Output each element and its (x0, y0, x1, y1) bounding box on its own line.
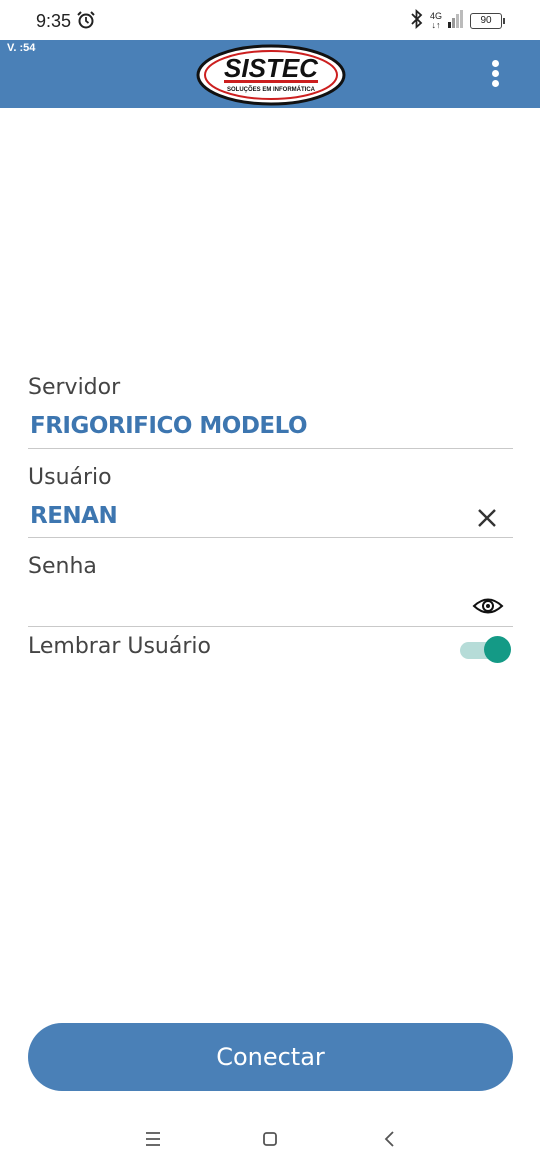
server-label: Servidor (28, 375, 121, 400)
toggle-thumb (484, 636, 511, 663)
recent-apps-icon[interactable] (139, 1125, 167, 1153)
alarm-icon (76, 10, 96, 34)
logo-tagline: SOLUÇÕES EM INFORMÁTICA (227, 86, 316, 93)
back-icon[interactable] (376, 1125, 404, 1153)
app-bar: V. :54 SISTEC SOLUÇÕES EM INFORMÁTICA (0, 40, 540, 108)
battery-icon: 90 (470, 13, 505, 29)
server-divider (28, 448, 513, 449)
remember-user-label: Lembrar Usuário (28, 634, 211, 659)
logo-text: SISTEC (224, 53, 319, 83)
home-icon[interactable] (256, 1125, 284, 1153)
remember-user-toggle[interactable] (458, 636, 512, 664)
user-label: Usuário (28, 465, 112, 490)
eye-icon[interactable] (472, 595, 504, 617)
user-divider (28, 537, 513, 538)
bluetooth-icon (410, 8, 424, 33)
version-label: V. :54 (7, 42, 36, 54)
status-bar: 9:35 4G ↓↑ 90 (0, 0, 540, 40)
server-field[interactable]: FRIGORIFICO MODELO (30, 413, 308, 439)
status-icons: 4G ↓↑ 90 (410, 8, 505, 33)
sistec-logo: SISTEC SOLUÇÕES EM INFORMÁTICA (196, 44, 346, 106)
connect-button[interactable]: Conectar (28, 1023, 513, 1091)
network-indicator: 4G ↓↑ (430, 12, 442, 30)
clear-icon[interactable] (474, 505, 500, 531)
network-activity: ↓↑ (431, 20, 441, 30)
signal-icon (448, 10, 464, 32)
user-field[interactable]: RENAN (30, 503, 118, 529)
system-nav-bar (0, 1105, 540, 1170)
password-divider (28, 626, 513, 627)
password-label: Senha (28, 554, 97, 579)
status-time: 9:35 (36, 11, 72, 31)
more-options-button[interactable] (484, 58, 506, 92)
